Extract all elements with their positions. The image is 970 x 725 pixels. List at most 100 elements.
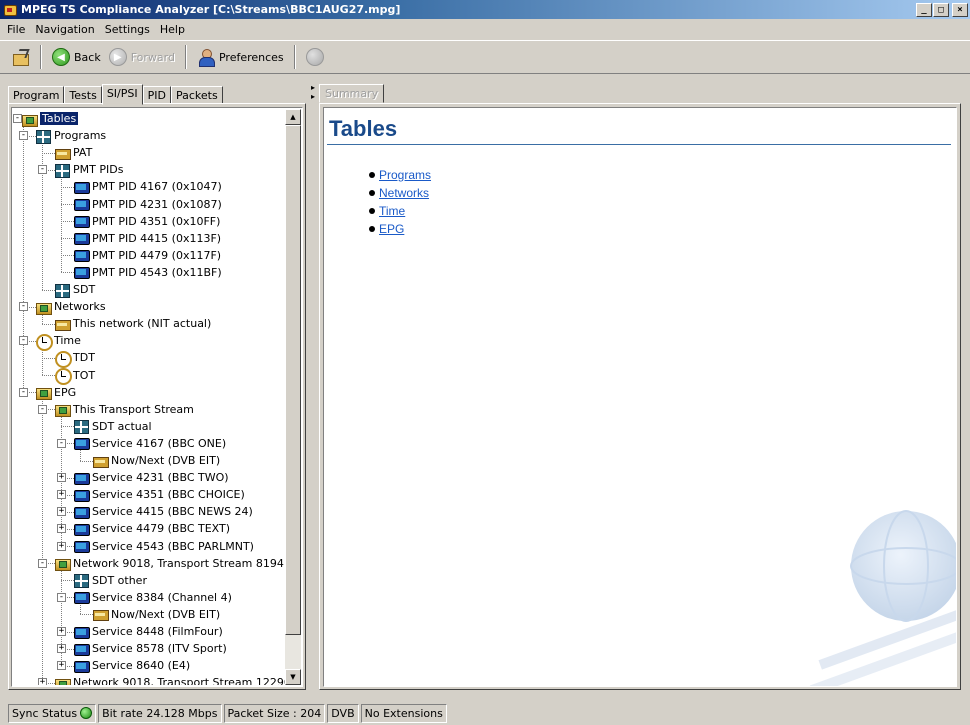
tree-node[interactable]: Service 4479 (BBC TEXT) [73, 520, 230, 537]
expand-toggle-icon[interactable]: + [57, 661, 66, 671]
window-controls: _ □ × [915, 2, 968, 17]
tab-tests[interactable]: Tests [64, 86, 102, 104]
tree-node[interactable]: Service 4415 (BBC NEWS 24) [73, 503, 253, 520]
tree-node[interactable]: TDT [54, 349, 95, 368]
collapse-toggle-icon[interactable]: - [19, 387, 28, 397]
tree-node[interactable]: This Transport Stream [54, 401, 194, 418]
folder-icon [54, 556, 71, 572]
collapse-toggle-icon[interactable]: - [38, 404, 47, 414]
clock-icon [54, 368, 72, 385]
tree-node[interactable]: Service 8640 (E4) [73, 657, 190, 674]
clock-icon [54, 350, 72, 368]
scroll-down-button[interactable]: ▼ [285, 669, 301, 685]
tree-node[interactable]: TOT [54, 367, 95, 385]
menu-help[interactable]: Help [155, 23, 190, 36]
tree-node[interactable]: Network 9018, Transport Stream 12290 [54, 674, 285, 685]
tab-program[interactable]: Program [8, 86, 65, 104]
collapse-toggle-icon[interactable]: - [57, 592, 66, 602]
tree-node[interactable]: Now/Next (DVB EIT) [92, 452, 220, 469]
tree-node[interactable]: Service 4351 (BBC CHOICE) [73, 486, 245, 503]
title-bar[interactable]: MPEG TS Compliance Analyzer [C:\Streams\… [0, 0, 970, 19]
tree-node[interactable]: PAT [54, 144, 92, 161]
folder-icon [21, 112, 38, 127]
tree-node[interactable]: Networks [35, 298, 106, 315]
collapse-toggle-icon[interactable]: - [19, 336, 28, 346]
collapse-toggle-icon[interactable]: - [38, 165, 47, 175]
expand-toggle-icon[interactable]: + [57, 490, 66, 500]
tree-node[interactable]: Now/Next (DVB EIT) [92, 606, 220, 623]
stop-button[interactable] [302, 44, 328, 70]
collapse-toggle-icon[interactable]: - [38, 558, 47, 568]
tree-node[interactable]: PMT PID 4415 (0x113F) [73, 230, 221, 247]
splitter-grip[interactable]: ▸ ▸ [311, 83, 316, 103]
tree-scrollbar[interactable]: ▲ ▼ [285, 109, 301, 685]
scroll-thumb[interactable] [285, 125, 301, 635]
extensions-panel: No Extensions [360, 703, 447, 723]
link-epg[interactable]: EPG [379, 222, 404, 236]
tab-summary[interactable]: Summary [319, 84, 385, 103]
tree-node[interactable]: SDT actual [73, 418, 152, 435]
maximize-button[interactable]: □ [933, 2, 949, 17]
tree-node-label: This network (NIT actual) [73, 317, 212, 331]
table-icon [92, 607, 109, 622]
tree-node[interactable]: EPG [35, 384, 76, 401]
collapse-toggle-icon[interactable]: - [19, 302, 28, 312]
tree-node-label: Service 4479 (BBC TEXT) [92, 522, 231, 536]
expand-toggle-icon[interactable]: + [38, 678, 47, 685]
back-arrow-icon: ◀ [52, 48, 70, 66]
menu-navigation[interactable]: Navigation [30, 23, 99, 36]
preferences-button[interactable]: Preferences [193, 44, 288, 70]
forward-button[interactable]: ▶ Forward [105, 44, 179, 70]
minimize-button[interactable]: _ [916, 2, 932, 17]
tree-node[interactable]: This network (NIT actual) [54, 315, 211, 332]
tree-node[interactable]: Service 4231 (BBC TWO) [73, 469, 229, 486]
service-icon [73, 180, 90, 194]
link-time[interactable]: Time [379, 204, 405, 218]
close-button[interactable]: × [952, 2, 968, 17]
tab-packets[interactable]: Packets [170, 86, 223, 104]
tree-content: - Tables - Programs PAT - PMT PIDs PMT PID 4167… [13, 109, 285, 685]
tree-node[interactable]: PMT PID 4231 (0x1087) [73, 196, 222, 213]
tables-tree[interactable]: - Tables - Programs PAT - PMT PIDs PMT PID 4167… [11, 107, 303, 687]
collapse-toggle-icon[interactable]: - [19, 131, 28, 141]
tree-node[interactable]: PMT PID 4479 (0x117F) [73, 247, 221, 264]
grid-table-icon [73, 419, 89, 435]
link-networks[interactable]: Networks [379, 186, 429, 200]
list-item: Programs [369, 166, 431, 184]
expand-toggle-icon[interactable]: + [57, 644, 66, 654]
tree-node[interactable]: PMT PID 4351 (0x10FF) [73, 213, 220, 230]
preferences-label: Preferences [218, 50, 284, 64]
tree-connector [42, 396, 43, 685]
tab-si-psi[interactable]: SI/PSI [101, 84, 143, 105]
tree-node[interactable]: Service 4543 (BBC PARLMNT) [73, 538, 254, 555]
tree-node[interactable]: Service 4167 (BBC ONE) [73, 435, 226, 452]
tree-node[interactable]: Network 9018, Transport Stream 8194 [54, 555, 284, 572]
tree-node[interactable]: SDT [54, 281, 95, 298]
tree-node[interactable]: Service 8448 (FilmFour) [73, 623, 223, 640]
expand-toggle-icon[interactable]: + [57, 627, 66, 637]
tree-node[interactable]: PMT PID 4543 (0x11BF) [73, 264, 222, 281]
back-button[interactable]: ◀ Back [48, 44, 105, 70]
list-item: EPG [369, 220, 431, 238]
expand-toggle-icon[interactable]: + [57, 524, 66, 534]
tab-pid[interactable]: PID [142, 86, 171, 104]
app-icon[interactable] [3, 3, 17, 17]
link-programs[interactable]: Programs [379, 168, 431, 182]
menu-file[interactable]: File [2, 23, 30, 36]
expand-toggle-icon[interactable]: + [57, 541, 66, 551]
expand-toggle-icon[interactable]: + [57, 507, 66, 517]
toolbar-separator [184, 45, 187, 69]
expand-toggle-icon[interactable]: + [57, 473, 66, 483]
open-button[interactable] [8, 44, 34, 70]
tree-node[interactable]: Service 8578 (ITV Sport) [73, 640, 227, 657]
collapse-toggle-icon[interactable]: - [57, 438, 66, 448]
menu-settings[interactable]: Settings [100, 23, 155, 36]
tree-node[interactable]: Time [35, 332, 81, 351]
tree-node[interactable]: SDT other [73, 572, 147, 589]
tree-node[interactable]: Service 8384 (Channel 4) [73, 589, 232, 606]
tree-node[interactable]: Tables [21, 110, 79, 127]
tree-node[interactable]: Programs [35, 127, 106, 144]
scroll-up-button[interactable]: ▲ [285, 109, 301, 125]
tree-node[interactable]: PMT PIDs [54, 161, 123, 178]
tree-node[interactable]: PMT PID 4167 (0x1047) [73, 178, 222, 195]
